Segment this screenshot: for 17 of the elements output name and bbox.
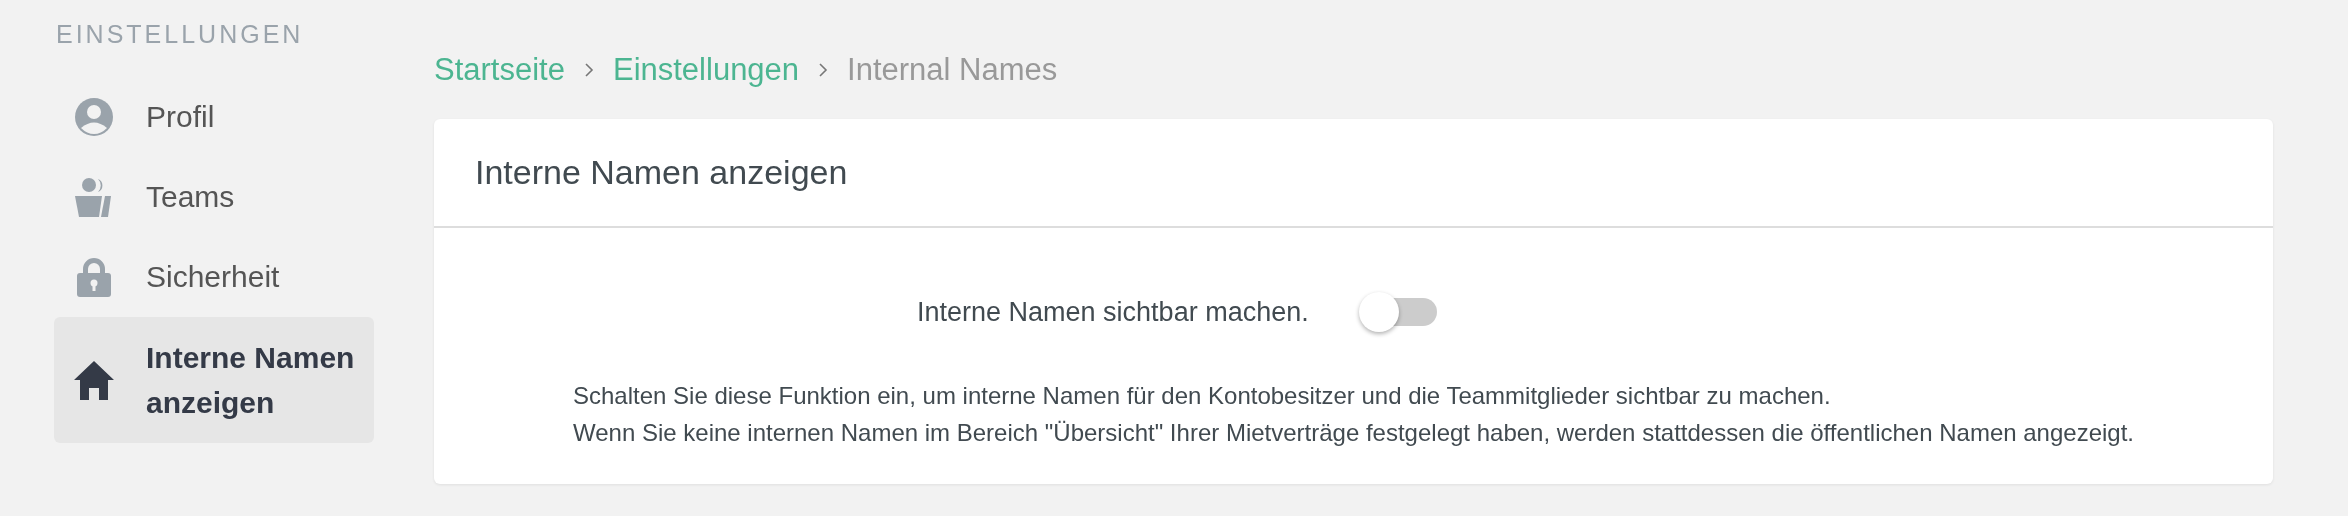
toggle-switch[interactable] [1358,292,1437,332]
description-text: Wenn Sie keine internen Namen im Bereich "Übersicht" Ihrer Mietverträge festgelegt haben, werden stattdessen die öffentlichen Namen angezeigt. [573,419,2136,446]
chevron-icon [817,62,830,78]
house-icon [74,360,114,400]
user-icon [74,97,114,137]
breadcrumb-current: Internal Names [847,52,1058,88]
description-text: Schalten Sie diese Funktion ein, um interne Namen für den Kontobesitzer und die Teammitglieder sichtbar zu machen. [573,382,1832,409]
chevron-icon [582,62,595,78]
sidebar-item[interactable]: Teams [54,157,374,237]
card-title: Interne Namen anzeigen [475,153,848,192]
lock-icon [74,257,114,297]
sidebar-item[interactable]: Interne Namen anzeigen [54,317,374,443]
sidebar-heading: EINSTELLUNGEN [56,20,305,50]
people-icon [74,177,114,217]
toggle-label: Interne Namen sichtbar machen. [917,296,1309,328]
sidebar-item[interactable]: Sicherheit [54,237,374,317]
sidebar-item[interactable]: Profil [54,77,374,157]
